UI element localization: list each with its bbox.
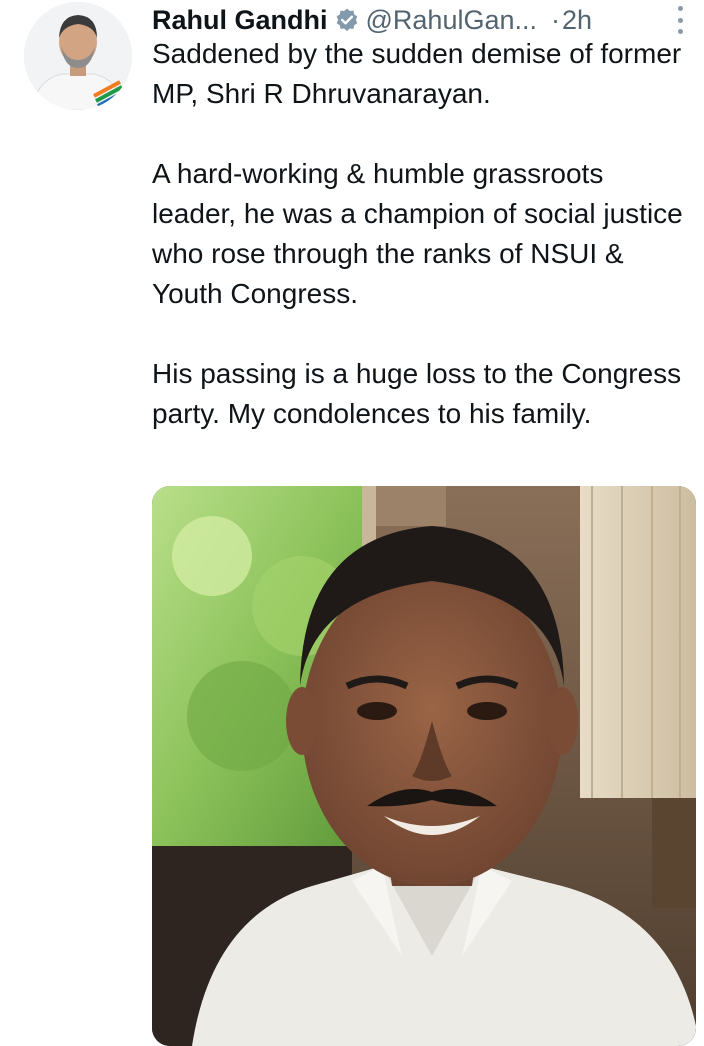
more-vertical-icon[interactable] xyxy=(674,6,686,34)
avatar[interactable] xyxy=(24,2,132,110)
tweet-photo[interactable] xyxy=(152,486,696,1046)
tweet[interactable]: Rahul Gandhi @RahulGan... · 2h Saddened … xyxy=(0,0,704,1046)
verified-badge-icon xyxy=(334,7,360,33)
separator-dot: · xyxy=(551,4,560,35)
author-handle[interactable]: @RahulGan... xyxy=(366,5,538,36)
tweet-paragraph: His passing is a huge loss to the Congre… xyxy=(152,358,682,429)
tweet-paragraph: Saddened by the sudden demise of former … xyxy=(152,38,682,109)
timestamp[interactable]: 2h xyxy=(562,5,592,36)
author-name[interactable]: Rahul Gandhi xyxy=(152,5,328,36)
tweet-text: Saddened by the sudden demise of former … xyxy=(152,34,692,434)
tweet-paragraph: A hard-working & humble grassroots leade… xyxy=(152,158,683,309)
